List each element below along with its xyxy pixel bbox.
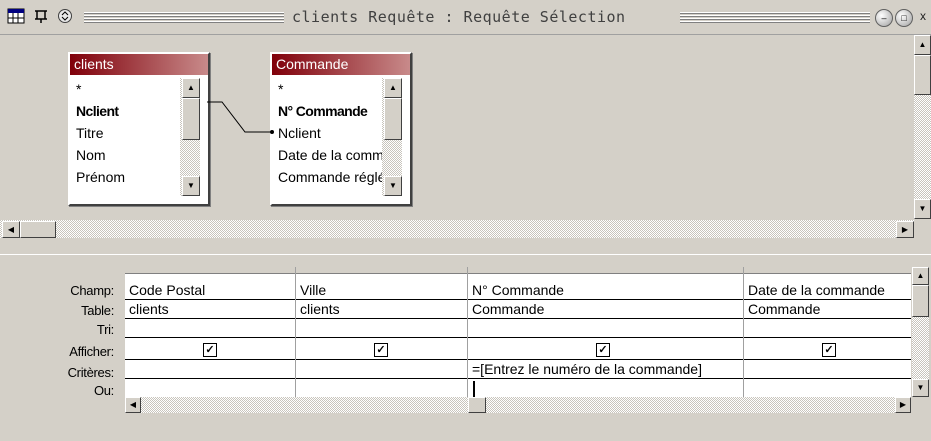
maximize-icon[interactable]: □ xyxy=(895,9,913,27)
show-checkbox[interactable]: ✓ xyxy=(596,343,610,357)
column-selector[interactable] xyxy=(468,267,743,274)
relationship-join-line[interactable] xyxy=(200,97,280,147)
field-list-scrollbar[interactable]: ▲ ▼ xyxy=(382,78,402,196)
field-cell[interactable]: Date de la commande xyxy=(744,281,911,300)
row-label-champ: Champ: xyxy=(70,283,114,298)
table-cell[interactable]: clients xyxy=(125,300,295,319)
field-cell[interactable]: N° Commande xyxy=(468,281,743,300)
scroll-thumb[interactable] xyxy=(468,397,486,413)
sort-cell[interactable] xyxy=(125,319,295,338)
table-diagram-pane[interactable]: clients * Nclient Titre Nom Prénom ▲ ▼ C… xyxy=(0,35,914,238)
sort-cell[interactable] xyxy=(744,319,911,338)
sort-cell[interactable] xyxy=(468,319,743,338)
column-selector[interactable] xyxy=(296,267,467,274)
scroll-right-button[interactable]: ▶ xyxy=(896,221,914,238)
window-menu-icon[interactable] xyxy=(56,7,74,25)
show-checkbox[interactable]: ✓ xyxy=(374,343,388,357)
grid-column[interactable]: Code Postal clients ✓ xyxy=(125,267,296,413)
field-item-key[interactable]: Nclient xyxy=(76,100,184,122)
row-label-criteres: Critères: xyxy=(67,365,115,380)
field-item[interactable]: Commande réglée xyxy=(278,166,386,188)
field-list-scrollbar[interactable]: ▲ ▼ xyxy=(180,78,200,196)
scroll-up-button[interactable]: ▲ xyxy=(182,78,200,98)
diagram-hscrollbar[interactable]: ◀ ▶ xyxy=(0,220,914,238)
field-item[interactable]: Date de la commande xyxy=(278,144,386,166)
scroll-down-button[interactable]: ▼ xyxy=(914,199,931,219)
table-box-commande[interactable]: Commande * N° Commande Nclient Date de l… xyxy=(270,52,412,206)
row-label-table: Table: xyxy=(81,303,114,318)
table-box-title[interactable]: clients xyxy=(70,54,208,75)
or-cell[interactable] xyxy=(296,379,467,398)
row-label-tri: Tri: xyxy=(96,322,114,337)
pin-icon[interactable] xyxy=(32,7,52,25)
text-cursor xyxy=(473,381,475,397)
show-checkbox[interactable]: ✓ xyxy=(203,343,217,357)
grid-column[interactable]: Ville clients ✓ xyxy=(296,267,468,413)
query-grid-pane[interactable]: Champ: Table: Tri: Afficher: Critères: O… xyxy=(0,259,931,441)
window-title: clients Requête : Requête Sélection xyxy=(288,8,630,26)
minimize-icon[interactable]: – xyxy=(875,9,893,27)
scroll-right-button[interactable]: ▶ xyxy=(895,397,911,413)
field-item[interactable]: Titre xyxy=(76,122,184,144)
field-cell[interactable]: Ville xyxy=(296,281,467,300)
titlebar-grip-right xyxy=(680,12,870,23)
design-grid[interactable]: Code Postal clients ✓ Ville clients ✓ N°… xyxy=(125,267,911,413)
field-item[interactable]: * xyxy=(278,78,386,100)
scroll-thumb[interactable] xyxy=(914,55,931,95)
scroll-thumb[interactable] xyxy=(182,98,200,140)
field-item[interactable]: Prénom xyxy=(76,166,184,188)
scroll-thumb[interactable] xyxy=(384,98,402,140)
criteria-cell[interactable] xyxy=(296,360,467,379)
window-titlebar[interactable]: clients Requête : Requête Sélection – □ … xyxy=(0,0,931,35)
criteria-cell[interactable] xyxy=(125,360,295,379)
scroll-thumb[interactable] xyxy=(20,221,56,238)
scroll-down-button[interactable]: ▼ xyxy=(912,379,929,397)
table-box-clients[interactable]: clients * Nclient Titre Nom Prénom ▲ ▼ xyxy=(68,52,210,206)
field-cell[interactable]: Code Postal xyxy=(125,281,295,300)
grid-vscrollbar[interactable]: ▲ ▼ xyxy=(912,267,929,397)
scroll-down-button[interactable]: ▼ xyxy=(384,176,402,196)
table-cell[interactable]: clients xyxy=(296,300,467,319)
diagram-vscrollbar[interactable]: ▲ ▼ xyxy=(914,35,931,219)
show-checkbox[interactable]: ✓ xyxy=(822,343,836,357)
or-cell[interactable] xyxy=(744,379,911,398)
row-label-afficher: Afficher: xyxy=(69,344,114,359)
scroll-thumb[interactable] xyxy=(912,285,929,317)
grid-column[interactable]: Date de la commande Commande ✓ xyxy=(744,267,911,413)
scroll-down-button[interactable]: ▼ xyxy=(182,176,200,196)
grid-hscrollbar[interactable]: ◀ ▶ xyxy=(125,397,911,413)
field-list[interactable]: * Nclient Titre Nom Prénom xyxy=(76,78,184,188)
close-icon[interactable]: x xyxy=(916,7,930,25)
query-design-icon[interactable] xyxy=(6,7,26,25)
field-item[interactable]: Nclient xyxy=(278,122,386,144)
field-item-key[interactable]: N° Commande xyxy=(278,100,386,122)
scroll-left-button[interactable]: ◀ xyxy=(2,221,20,238)
scroll-up-button[interactable]: ▲ xyxy=(914,35,931,55)
column-selector[interactable] xyxy=(125,267,295,274)
criteria-cell[interactable]: =[Entrez le numéro de la commande] xyxy=(468,360,743,379)
column-selector[interactable] xyxy=(744,267,911,274)
titlebar-grip-left xyxy=(84,12,284,23)
scroll-up-button[interactable]: ▲ xyxy=(912,267,929,285)
sort-cell[interactable] xyxy=(296,319,467,338)
or-cell[interactable] xyxy=(468,379,743,398)
or-cell[interactable] xyxy=(125,379,295,398)
table-cell[interactable]: Commande xyxy=(468,300,743,319)
table-box-title[interactable]: Commande xyxy=(272,54,410,75)
grid-column[interactable]: N° Commande Commande ✓ =[Entrez le numér… xyxy=(468,267,744,413)
row-label-ou: Ou: xyxy=(93,383,114,398)
scroll-up-button[interactable]: ▲ xyxy=(384,78,402,98)
scroll-left-button[interactable]: ◀ xyxy=(125,397,141,413)
field-item[interactable]: * xyxy=(76,78,184,100)
field-item[interactable]: Nom xyxy=(76,144,184,166)
criteria-cell[interactable] xyxy=(744,360,911,379)
field-list[interactable]: * N° Commande Nclient Date de la command… xyxy=(278,78,386,188)
table-cell[interactable]: Commande xyxy=(744,300,911,319)
